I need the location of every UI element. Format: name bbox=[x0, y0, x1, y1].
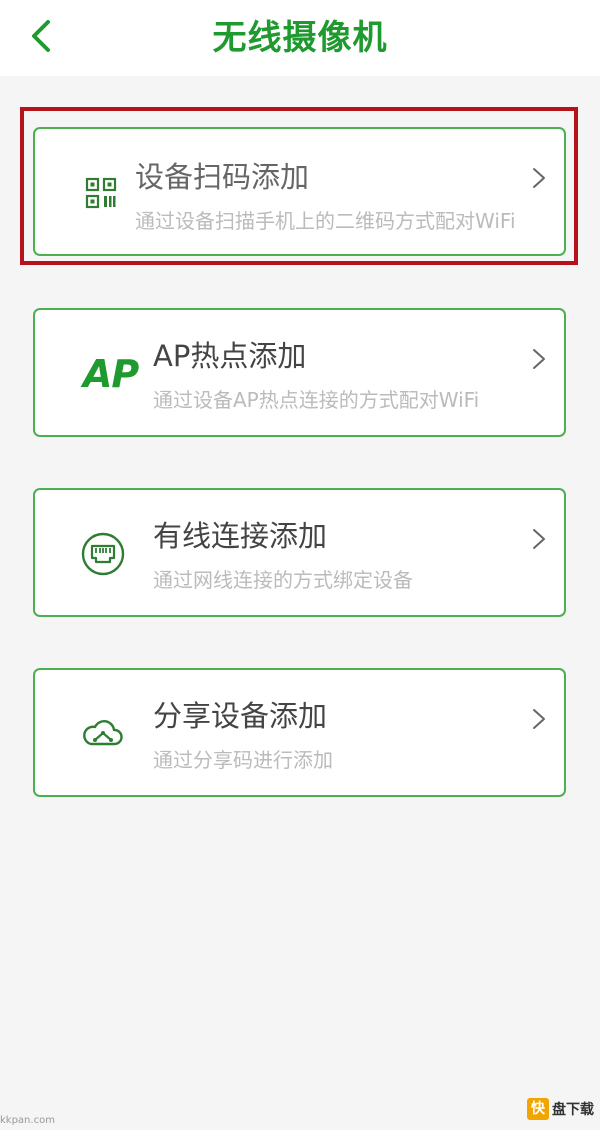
watermark-logo-mark: 快 bbox=[527, 1098, 549, 1120]
page-title: 无线摄像机 bbox=[212, 18, 388, 58]
option-title: AP热点添加 bbox=[153, 339, 307, 373]
watermark-logo-text: 盘下载 bbox=[552, 1102, 594, 1118]
option-card-ap-hotspot[interactable]: AP AP热点添加 通过设备AP热点连接的方式配对WiFi bbox=[33, 308, 566, 437]
option-card-wired[interactable]: 有线连接添加 通过网线连接的方式绑定设备 bbox=[33, 488, 566, 617]
option-title: 有线连接添加 bbox=[153, 519, 328, 553]
chevron-right-icon bbox=[533, 709, 545, 729]
watermark-logo: 快 盘下载 bbox=[527, 1096, 594, 1122]
highlight-frame bbox=[20, 107, 578, 265]
chevron-right-icon bbox=[533, 529, 545, 549]
chevron-right-icon bbox=[533, 349, 545, 369]
header-bar: 无线摄像机 bbox=[0, 0, 600, 76]
watermark-text: kkpan.com bbox=[0, 1115, 55, 1126]
option-card-share[interactable]: 分享设备添加 通过分享码进行添加 bbox=[33, 668, 566, 797]
option-title: 分享设备添加 bbox=[153, 699, 328, 733]
ap-text-icon: AP bbox=[83, 352, 139, 396]
option-description: 通过网线连接的方式绑定设备 bbox=[153, 568, 413, 592]
ethernet-port-icon bbox=[81, 532, 125, 576]
cloud-share-icon bbox=[83, 720, 123, 746]
option-description: 通过分享码进行添加 bbox=[153, 748, 333, 772]
option-description: 通过设备AP热点连接的方式配对WiFi bbox=[153, 388, 480, 412]
